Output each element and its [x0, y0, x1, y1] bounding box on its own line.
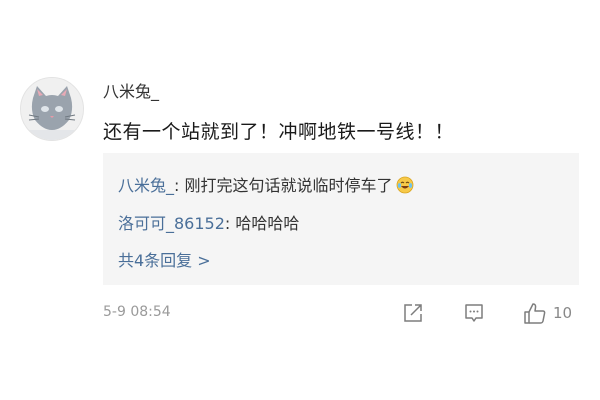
avatar[interactable] [20, 77, 84, 141]
like-button[interactable]: 10 [523, 302, 572, 324]
replies-panel[interactable]: 八米兔_: 刚打完这句话就说临时停车了 洛可可_86152: 哈哈哈哈 共4条回… [103, 153, 579, 285]
reply-author[interactable]: 洛可可_86152 [118, 214, 225, 233]
comment-username[interactable]: 八米兔_ [103, 78, 159, 102]
thumbs-up-icon [524, 303, 546, 324]
comment-content: 还有一个站就到了！冲啊地铁一号线！！ [103, 121, 455, 143]
laugh-cry-emoji-icon [396, 176, 414, 194]
cat-avatar-icon [21, 78, 83, 140]
reply-text: 刚打完这句话就说临时停车了 [184, 176, 393, 195]
reply-text: 哈哈哈哈 [235, 214, 300, 233]
share-button[interactable] [402, 302, 424, 324]
reply-separator: : [174, 176, 185, 195]
reply-author[interactable]: 八米兔_ [118, 176, 174, 195]
reply-separator: : [224, 214, 236, 233]
comment-button[interactable] [463, 302, 485, 324]
view-all-replies-link[interactable]: 共4条回复 > [118, 247, 211, 271]
reply-item[interactable]: 洛可可_86152: 哈哈哈哈 [118, 210, 299, 234]
comment-timestamp: 5-9 08:54 [103, 304, 171, 320]
comment-icon [465, 304, 483, 322]
like-count: 10 [553, 304, 573, 322]
share-icon [404, 304, 422, 322]
reply-item[interactable]: 八米兔_: 刚打完这句话就说临时停车了 [118, 172, 414, 196]
